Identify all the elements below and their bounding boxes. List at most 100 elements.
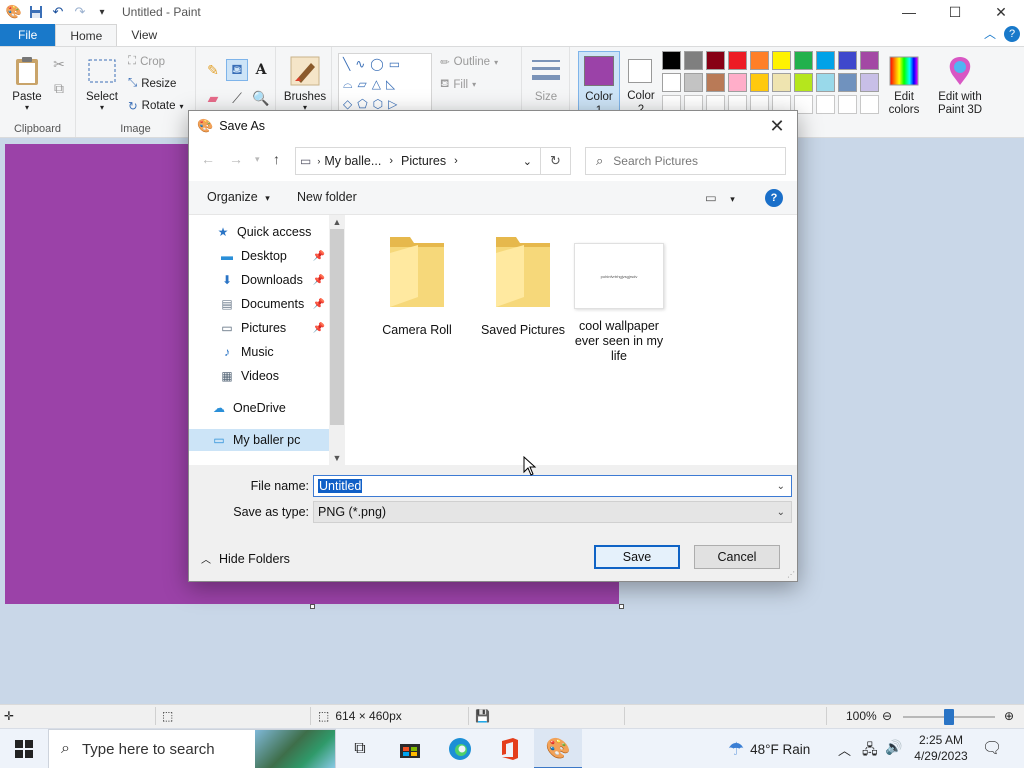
new-folder-button[interactable]: New folder [297,190,357,204]
zoom-slider-thumb[interactable] [944,709,954,725]
search-pictures-box[interactable]: ⌕ Search Pictures [585,147,786,175]
palette-swatch[interactable] [772,51,791,70]
size-button[interactable]: Size [526,55,566,103]
palette-swatch[interactable] [684,73,703,92]
forward-arrow-icon[interactable]: → [229,151,243,167]
maximize-button[interactable]: ☐ [932,0,978,24]
scroll-up-icon[interactable]: ▲ [329,215,345,229]
palette-swatch[interactable] [860,73,879,92]
cut-icon[interactable]: ✂ [48,53,70,75]
customize-quick-access-icon[interactable]: ▾ [92,2,112,22]
text-icon[interactable]: A [250,59,272,81]
save-as-type-select[interactable]: PNG (*.png) ⌄ [313,501,792,523]
up-arrow-icon[interactable]: ↑ [273,151,280,167]
pencil-icon[interactable]: ✎ [202,59,224,81]
palette-swatch[interactable] [750,73,769,92]
paste-button[interactable]: Paste ▾ [8,55,46,112]
canvas-resize-handle-corner[interactable] [619,604,624,609]
copy-icon[interactable]: ⧉ [48,77,70,99]
palette-swatch[interactable] [684,51,703,70]
save-button[interactable]: Save [594,545,680,569]
redo-icon[interactable]: ↷ [70,2,90,22]
magnifier-icon[interactable]: 🔍 [250,87,272,109]
palette-custom-swatch[interactable] [838,95,857,114]
crop-button[interactable]: ⛶ Crop [128,55,165,68]
zoom-slider[interactable] [903,709,995,725]
nav-item-onedrive[interactable]: ☁ OneDrive [189,397,329,419]
recent-locations-icon[interactable]: ▾ [255,154,260,165]
file-name-input[interactable]: Untitled ⌄ [313,475,792,497]
save-quick-icon[interactable] [26,2,46,22]
breadcrumb-pictures[interactable]: Pictures [401,154,446,168]
file-name-dropdown-icon[interactable]: ⌄ [777,481,785,492]
start-button[interactable] [0,729,48,768]
close-button[interactable]: ✕ [978,0,1024,24]
nav-item-my-baller-pc[interactable]: ▭ My baller pc [189,429,329,451]
resize-grip-icon[interactable]: ⋰ [787,570,795,579]
nav-item-quick-access[interactable]: ★ Quick access [189,221,329,243]
address-dropdown-icon[interactable]: ⌄ [523,155,532,168]
organize-button[interactable]: Organize ▾ [207,190,270,204]
rotate-button[interactable]: ↻ Rotate ▾ [128,99,184,113]
hide-folders-button[interactable]: ︿ Hide Folders [201,551,290,567]
minimize-button[interactable]: — [886,0,932,24]
tab-home[interactable]: Home [55,24,118,46]
palette-swatch[interactable] [728,51,747,70]
dialog-help-icon[interactable]: ? [765,189,783,207]
file-item-saved-pictures[interactable]: Saved Pictures [473,231,573,338]
palette-swatch[interactable] [794,73,813,92]
back-arrow-icon[interactable]: ← [201,151,215,167]
paste-dropdown-icon[interactable]: ▾ [25,103,29,112]
nav-item-videos[interactable]: ▦ Videos [189,365,329,387]
nav-item-documents[interactable]: ▤ Documents 📌 [189,293,329,315]
palette-swatch[interactable] [860,51,879,70]
navigation-scrollbar-thumb[interactable] [330,229,344,425]
edge-button[interactable] [436,729,484,768]
paint-taskbar-button[interactable]: 🎨 [534,729,582,768]
nav-item-desktop[interactable]: ▬ Desktop 📌 [189,245,329,267]
fill-bucket-icon[interactable]: ⛾ [226,59,248,81]
palette-swatch[interactable] [706,51,725,70]
network-icon[interactable]: 🖧 [862,739,878,763]
weather-widget[interactable]: ☂ 48°F Rain [728,729,810,768]
palette-custom-swatch[interactable] [816,95,835,114]
file-item-camera-roll[interactable]: Camera Roll [367,231,467,338]
office-button[interactable] [486,729,534,768]
eraser-icon[interactable]: ▰ [202,87,224,109]
palette-swatch[interactable] [662,51,681,70]
collapse-ribbon-icon[interactable]: ︿ [984,25,996,42]
tab-view[interactable]: View [117,24,171,46]
refresh-button[interactable]: ↻ [541,147,571,175]
nav-item-music[interactable]: ♪ Music [189,341,329,363]
nav-item-downloads[interactable]: ⬇ Downloads 📌 [189,269,329,291]
brushes-button[interactable]: Brushes ▾ [282,55,328,112]
zoom-out-icon[interactable]: ⊖ [882,709,892,723]
palette-swatch[interactable] [750,51,769,70]
breadcrumb-pc[interactable]: My balle... [324,154,381,168]
palette-swatch[interactable] [662,73,681,92]
tab-file[interactable]: File [0,24,56,46]
address-bar[interactable]: ▭ › My balle... › Pictures › ⌄ [295,147,541,175]
show-hidden-icons-icon[interactable]: ︿ [838,740,851,759]
clock[interactable]: 2:25 AM 4/29/2023 [908,732,974,764]
palette-swatch[interactable] [706,73,725,92]
undo-icon[interactable]: ↶ [48,2,68,22]
store-button[interactable] [386,729,434,768]
help-icon[interactable]: ? [1004,25,1020,42]
outline-button[interactable]: ✏ Outline ▾ [440,55,498,69]
edit-with-paint3d-button[interactable]: Edit with Paint 3D [932,55,988,117]
resize-button[interactable]: ⤡ Resize [128,77,176,90]
fill-button[interactable]: ⛾ Fill ▾ [440,77,476,92]
nav-item-pictures[interactable]: ▭ Pictures 📌 [189,317,329,339]
notifications-icon[interactable]: 🗨 [982,738,1002,758]
volume-icon[interactable]: 🔊 [885,739,902,756]
palette-custom-swatch[interactable] [860,95,879,114]
palette-swatch[interactable] [838,73,857,92]
palette-swatch[interactable] [772,73,791,92]
shapes-gallery[interactable]: ╲∿◯▭ ⌓▱△◺ ◇⬠⬡▷ [338,53,432,113]
color-picker-icon[interactable]: ⟋ [226,87,248,109]
palette-swatch[interactable] [816,51,835,70]
canvas-resize-handle-bottom[interactable] [310,604,315,609]
palette-swatch[interactable] [838,51,857,70]
edit-colors-button[interactable]: Edit colors [884,55,924,117]
